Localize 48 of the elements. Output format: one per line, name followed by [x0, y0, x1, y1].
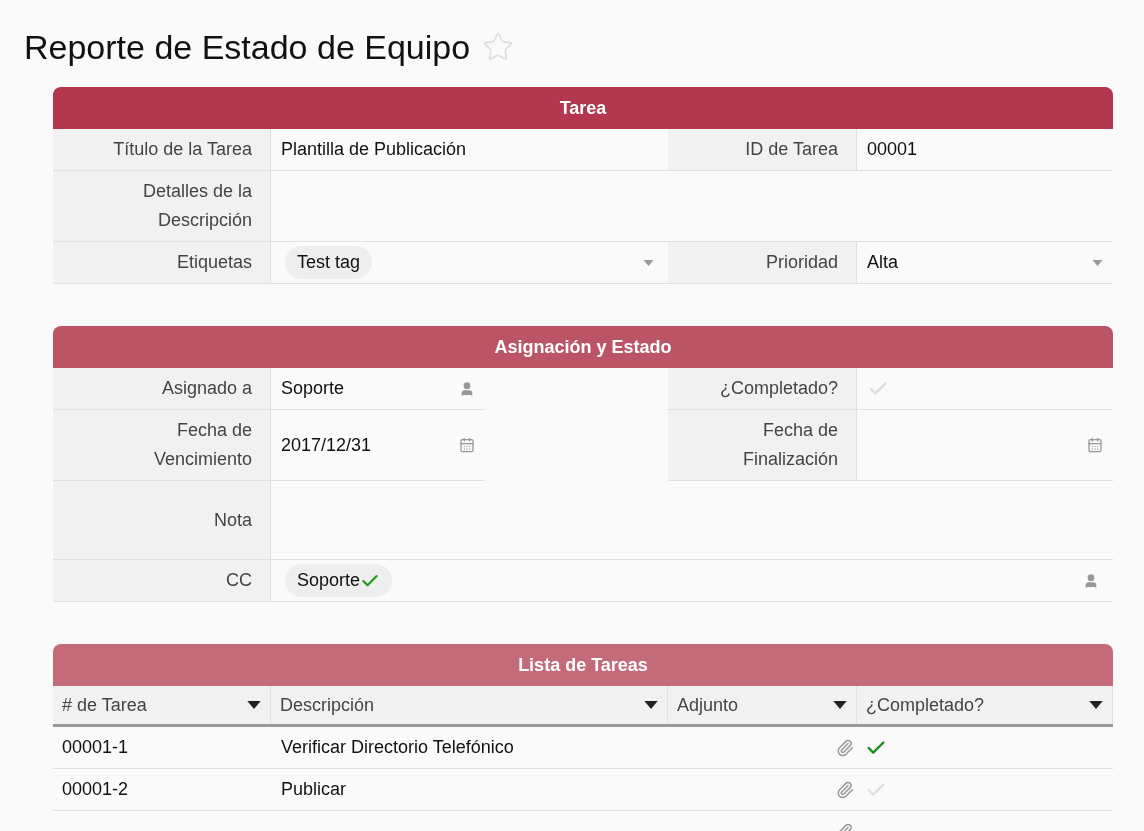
star-icon[interactable]	[482, 31, 515, 63]
dropdown-caret-icon[interactable]	[644, 701, 658, 709]
field-label: Detalles de la Descripción	[53, 171, 271, 242]
paperclip-icon[interactable]	[836, 738, 854, 757]
field-value: Alta	[867, 251, 899, 274]
dropdown-caret-icon[interactable]	[833, 701, 847, 709]
field-label: Nota	[53, 481, 271, 560]
calendar-icon	[1087, 437, 1103, 453]
column-header[interactable]: Adjunto	[668, 686, 857, 724]
calendar-icon	[459, 437, 475, 453]
column-header[interactable]: Descripción	[271, 686, 668, 724]
field-value: 2017/12/31	[281, 433, 372, 457]
dropdown-caret-icon[interactable]	[1089, 701, 1103, 709]
select-field[interactable]: Alta	[857, 242, 1113, 284]
column-header[interactable]: # de Tarea	[53, 686, 271, 724]
user-picker-field[interactable]: Soporte	[271, 560, 1113, 602]
field-label: Título de la Tarea	[53, 129, 271, 171]
table-cell-text: Verificar Directorio Telefónico	[281, 736, 514, 759]
tag-chip[interactable]: Soporte	[285, 564, 393, 597]
dropdown-caret-icon[interactable]	[247, 701, 261, 709]
date-field[interactable]: 2017/12/31	[271, 410, 485, 481]
field-label: ID de Tarea	[668, 129, 857, 171]
column-header[interactable]: ¿Completado?	[857, 686, 1113, 724]
section-header: Asignación y Estado	[53, 326, 1113, 368]
section-header: Lista de Tareas	[53, 644, 1113, 686]
user-icon	[459, 380, 475, 397]
text-field[interactable]: 00001	[857, 129, 1113, 171]
paperclip-icon[interactable]	[836, 780, 854, 799]
table-cell-text: 00001-2	[62, 778, 129, 801]
field-label: Prioridad	[668, 242, 857, 284]
user-picker-field[interactable]: Soporte	[271, 368, 485, 410]
field-value: 00001	[867, 138, 918, 161]
field-label: Fecha de Finalización	[668, 410, 857, 481]
field-value: Plantilla de Publicación	[281, 138, 467, 161]
text-field[interactable]: Plantilla de Publicación	[271, 129, 668, 171]
field-label: Fecha de Vencimiento	[53, 410, 271, 481]
page-title: Reporte de Estado de Equipo	[24, 26, 471, 68]
field-label: Etiquetas	[53, 242, 271, 284]
field-label: CC	[53, 560, 271, 602]
field-label: Asignado a	[53, 368, 271, 410]
field-value: Soporte	[281, 377, 345, 400]
user-icon	[1083, 572, 1099, 589]
table-cell-text: Publicar	[281, 778, 347, 801]
section-header: Tarea	[53, 87, 1113, 129]
tag-chip[interactable]: Test tag	[285, 246, 373, 279]
tag-select-field[interactable]: Test tag	[271, 242, 668, 284]
field-label: ¿Completado?	[668, 368, 857, 410]
table-cell-text: 00001-1	[62, 736, 129, 759]
